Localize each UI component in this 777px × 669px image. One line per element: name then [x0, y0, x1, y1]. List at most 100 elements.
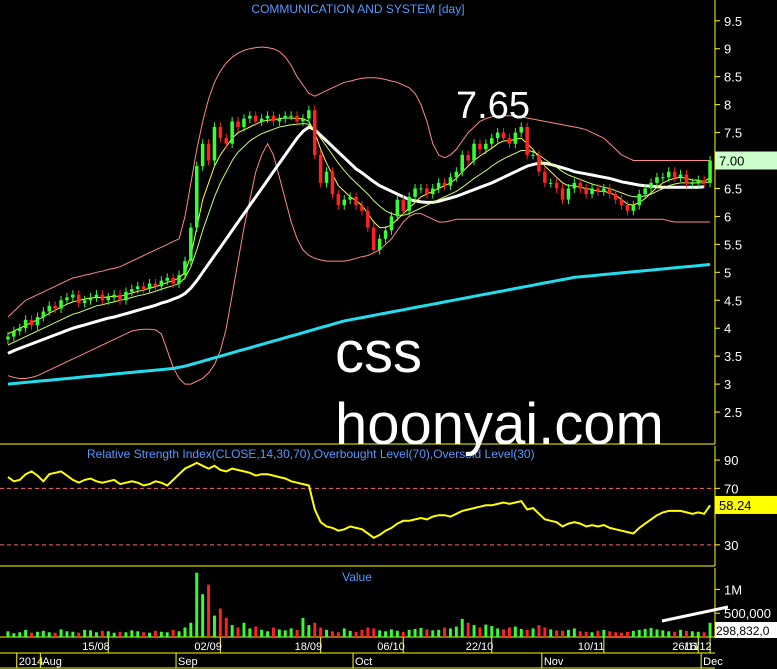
candle-body — [271, 115, 276, 122]
x-tick-date-label: 16/12 — [684, 641, 712, 653]
x-month-label: Aug — [42, 656, 62, 668]
peak-annotation: 7.65 — [456, 85, 530, 127]
candle-body — [336, 194, 341, 206]
candle-body — [218, 126, 223, 139]
candle-body — [265, 115, 270, 119]
candle-body — [35, 317, 40, 326]
candle-body — [248, 115, 252, 119]
candle-body — [165, 277, 170, 281]
candle-body — [183, 261, 187, 276]
candle-body — [23, 319, 28, 329]
candle-body — [307, 110, 311, 119]
rsi-tick-label: 30 — [724, 538, 738, 553]
candle-body — [401, 199, 406, 211]
candle-body — [430, 188, 435, 195]
candle-body — [106, 297, 111, 301]
candle-body — [578, 182, 583, 189]
candle-body — [277, 118, 282, 122]
price-tick-label: 9 — [724, 42, 731, 57]
candle-body — [543, 171, 547, 183]
x-month-label: Dec — [703, 656, 723, 668]
candle-body — [12, 331, 16, 337]
candle-body — [696, 180, 701, 183]
rsi-tick-label: 70 — [724, 481, 738, 496]
candle-body — [348, 196, 352, 200]
candle-body — [507, 138, 512, 144]
candle-body — [690, 182, 695, 184]
candle-body — [324, 171, 329, 183]
candle-body — [318, 154, 323, 183]
candle-body — [189, 227, 193, 262]
candle-body — [584, 188, 588, 195]
volume-last-label: 298,832,0 — [716, 624, 770, 638]
price-tick-label: 8.5 — [724, 70, 742, 85]
candle-body — [153, 283, 158, 287]
price-tick-label: 6.5 — [724, 181, 742, 196]
candle-body — [135, 286, 140, 290]
candle-body — [59, 300, 63, 309]
candle-body — [460, 154, 465, 172]
candle-body — [436, 182, 441, 189]
candle-body — [371, 227, 376, 250]
candle-body — [354, 196, 358, 206]
candle-body — [301, 118, 305, 122]
candle-body — [194, 166, 199, 228]
candle-body — [76, 294, 81, 304]
watermark-line2: hoonyai.com — [335, 392, 664, 457]
candle-body — [413, 188, 417, 197]
price-tick-label: 3.5 — [724, 349, 742, 364]
price-tick-label: 2.5 — [724, 405, 742, 420]
candle-body — [94, 294, 99, 298]
price-tick-label: 6 — [724, 209, 731, 224]
candle-body — [572, 182, 577, 189]
x-tick-date-label: 22/10 — [466, 641, 494, 653]
candle-body — [283, 115, 288, 119]
candle-body — [625, 205, 630, 211]
candle-body — [224, 138, 229, 144]
candle-body — [206, 143, 211, 161]
price-tick-label: 9.5 — [724, 14, 742, 29]
candle-body — [419, 188, 423, 190]
candle-body — [655, 177, 659, 183]
candle-body — [448, 177, 453, 186]
candle-body — [312, 110, 317, 155]
candle-body — [702, 180, 706, 183]
candle-body — [147, 283, 152, 290]
candle-body — [596, 188, 600, 192]
candle-body — [377, 238, 382, 250]
candle-body — [643, 188, 647, 195]
candle-body — [637, 194, 642, 206]
last-price-label: 7.00 — [719, 154, 744, 169]
candle-body — [53, 305, 57, 309]
candle-body — [141, 286, 146, 290]
candle-body — [607, 188, 612, 195]
candle-body — [112, 294, 116, 298]
candle-body — [678, 174, 683, 178]
candle-body — [513, 132, 518, 144]
candle-body — [389, 216, 394, 231]
candle-body — [6, 336, 10, 340]
candle-body — [525, 126, 529, 155]
candle-body — [489, 138, 494, 144]
price-tick-label: 5.5 — [724, 237, 742, 252]
candle-body — [29, 319, 34, 326]
candle-body — [366, 210, 370, 228]
candle-body — [212, 126, 217, 161]
candle-body — [478, 143, 482, 150]
candle-body — [177, 275, 181, 284]
candle-body — [82, 300, 87, 304]
candle-body — [613, 194, 618, 200]
candle-body — [289, 115, 293, 117]
price-tick-label: 7.5 — [724, 126, 742, 141]
x-month-label: Oct — [355, 656, 372, 668]
candle-body — [537, 154, 541, 172]
candle-body — [330, 171, 335, 195]
candle-body — [590, 188, 594, 195]
candle-body — [425, 188, 429, 195]
candle-body — [124, 291, 128, 301]
volume-tick-label: 500,000 — [724, 606, 771, 621]
x-month-label: Nov — [544, 656, 564, 668]
x-tick-date-label: 10/11 — [578, 641, 605, 653]
candle-body — [383, 230, 388, 239]
candle-body — [501, 132, 506, 139]
